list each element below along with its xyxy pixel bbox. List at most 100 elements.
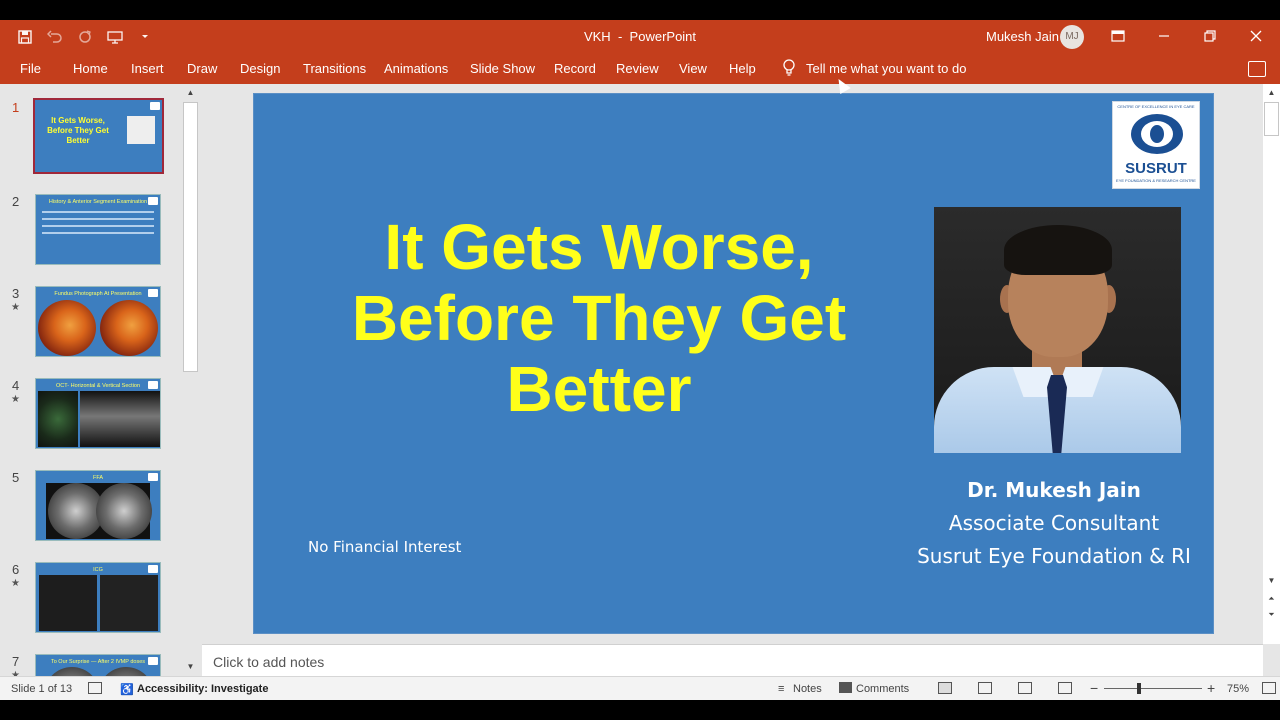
susrut-logo: CENTRE OF EXCELLENCE IN EYE CARE SUSRUT …	[1112, 101, 1200, 189]
save-icon[interactable]	[14, 26, 36, 48]
tab-slide-show[interactable]: Slide Show	[470, 61, 535, 76]
thumbnail-number: 7	[12, 654, 20, 669]
ribbon-tabs: File Home Insert Draw Design Transitions…	[0, 54, 1280, 84]
scrollbar-thumb[interactable]	[183, 102, 198, 372]
slide-thumbnail[interactable]: History & Anterior Segment Examination	[35, 194, 161, 265]
presenter-organization[interactable]: Susrut Eye Foundation & RI	[894, 544, 1214, 568]
tab-file[interactable]: File	[20, 61, 41, 76]
slide-thumbnail[interactable]: FFA	[35, 470, 161, 541]
spelling-check-icon[interactable]	[88, 682, 102, 694]
zoom-out-button[interactable]: −	[1090, 680, 1098, 696]
avatar[interactable]: MJ	[1060, 25, 1084, 49]
redo-icon[interactable]	[74, 26, 96, 48]
tab-review[interactable]: Review	[616, 61, 659, 76]
tab-view[interactable]: View	[679, 61, 707, 76]
tab-home[interactable]: Home	[73, 61, 108, 76]
normal-view-icon[interactable]	[938, 682, 952, 694]
accessibility-status[interactable]: Accessibility: Investigate	[137, 683, 268, 695]
tab-draw[interactable]: Draw	[187, 61, 217, 76]
notes-icon[interactable]: ≡	[778, 683, 784, 695]
slide-thumbnail[interactable]: It Gets Worse, Before They Get Better	[33, 98, 164, 174]
tab-record[interactable]: Record	[554, 61, 596, 76]
slide-thumbnail[interactable]: Fundus Photograph At Presentation	[35, 286, 161, 357]
presenter-name[interactable]: Dr. Mukesh Jain	[894, 478, 1214, 502]
lightbulb-icon	[783, 59, 795, 76]
disclosure-text[interactable]: No Financial Interest	[308, 538, 461, 556]
quick-access-toolbar	[14, 26, 156, 48]
scroll-up-icon[interactable]: ▲	[1263, 86, 1280, 100]
accessibility-icon[interactable]: ♿	[120, 683, 134, 696]
tab-help[interactable]: Help	[729, 61, 756, 76]
tab-animations[interactable]: Animations	[384, 61, 448, 76]
notes-button[interactable]: Notes	[793, 683, 822, 695]
logo-brand-text: SUSRUT	[1125, 160, 1187, 177]
tab-design[interactable]: Design	[240, 61, 280, 76]
scroll-up-icon[interactable]: ▲	[182, 86, 199, 100]
thumbnail-title: History & Anterior Segment Examination	[48, 199, 148, 205]
slide-thumbnail[interactable]: To Our Surprise — After 2 IVMP doses	[35, 654, 161, 676]
thumbnail-title: It Gets Worse, Before They Get Better	[47, 116, 109, 145]
tab-insert[interactable]: Insert	[131, 61, 164, 76]
undo-icon[interactable]	[44, 26, 66, 48]
animation-star-icon: ★	[11, 578, 20, 589]
thumbnail-number: 3	[12, 286, 20, 301]
notes-pane[interactable]: Click to add notes	[202, 644, 1263, 676]
presenter-role[interactable]: Associate Consultant	[894, 511, 1214, 535]
thumbnail-title: To Our Surprise — After 2 IVMP doses	[50, 659, 146, 665]
slide-canvas[interactable]: CENTRE OF EXCELLENCE IN EYE CARE SUSRUT …	[253, 93, 1214, 634]
animation-star-icon: ★	[11, 302, 20, 313]
thumbnail-item[interactable]: 2 History & Anterior Segment Examination	[0, 194, 180, 286]
thumbnail-title: FFA	[92, 475, 104, 481]
minimize-icon[interactable]	[1152, 25, 1176, 49]
thumbnail-item[interactable]: 1 It Gets Worse, Before They Get Better	[0, 98, 180, 192]
thumbnail-item[interactable]: 6 ★ ICG	[0, 562, 180, 654]
slide-thumbnail-pane: 1 It Gets Worse, Before They Get Better …	[0, 84, 201, 676]
presenter-icon[interactable]	[104, 26, 126, 48]
customize-toolbar-icon[interactable]	[134, 26, 156, 48]
thumbnail-number: 1	[12, 100, 20, 115]
slide-counter: Slide 1 of 13	[11, 683, 73, 695]
animation-star-icon: ★	[11, 394, 20, 405]
eye-logo-icon	[1131, 114, 1183, 154]
scroll-down-icon[interactable]: ▼	[1263, 574, 1280, 588]
comments-button[interactable]: Comments	[856, 683, 909, 695]
slide-show-icon[interactable]	[1058, 682, 1072, 694]
comments-status-icon[interactable]	[839, 682, 852, 693]
zoom-in-button[interactable]: +	[1207, 680, 1215, 696]
slide-title[interactable]: It Gets Worse, Before They Get Better	[314, 212, 884, 425]
close-icon[interactable]	[1244, 25, 1268, 49]
zoom-slider-handle[interactable]	[1137, 683, 1141, 694]
thumbnail-item[interactable]: 7 ★ To Our Surprise — After 2 IVMP doses	[0, 654, 180, 676]
ribbon-display-options-icon[interactable]	[1106, 25, 1130, 49]
thumbnail-title: ICG	[93, 567, 103, 573]
restore-icon[interactable]	[1198, 25, 1222, 49]
logo-arc-text: CENTRE OF EXCELLENCE IN EYE CARE	[1117, 104, 1195, 109]
thumbnail-item[interactable]: 4 ★ OCT- Horizontal & Vertical Section	[0, 378, 180, 470]
document-title: VKH - PowerPoint	[583, 29, 697, 44]
next-slide-icon[interactable]: ⏷	[1263, 608, 1280, 622]
title-bar: VKH - PowerPoint Mukesh Jain MJ	[0, 20, 1280, 54]
zoom-level[interactable]: 75%	[1227, 683, 1249, 695]
tell-me-search[interactable]: Tell me what you want to do	[782, 59, 966, 77]
logo-subtitle: EYE FOUNDATION & RESEARCH CENTRE	[1116, 178, 1196, 183]
fit-to-window-icon[interactable]	[1262, 682, 1276, 694]
thumbnail-scrollbar[interactable]: ▲ ▼	[182, 84, 199, 676]
thumbnail-number: 5	[12, 470, 20, 485]
slide-sorter-icon[interactable]	[978, 682, 992, 694]
thumbnail-item[interactable]: 5 FFA	[0, 470, 180, 562]
comments-icon[interactable]	[1248, 61, 1266, 77]
scroll-down-icon[interactable]: ▼	[182, 660, 199, 674]
tab-transitions[interactable]: Transitions	[303, 61, 366, 76]
zoom-slider[interactable]	[1104, 688, 1202, 689]
previous-slide-icon[interactable]: ⏶	[1263, 592, 1280, 606]
slide-scrollbar[interactable]: ▲ ▼ ⏶ ⏷	[1263, 84, 1280, 644]
reading-view-icon[interactable]	[1018, 682, 1032, 694]
slide-thumbnail[interactable]: OCT- Horizontal & Vertical Section	[35, 378, 161, 449]
thumbnail-item[interactable]: 3 ★ Fundus Photograph At Presentation	[0, 286, 180, 378]
user-name[interactable]: Mukesh Jain	[986, 29, 1059, 44]
slide-thumbnail[interactable]: ICG	[35, 562, 161, 633]
notes-placeholder: Click to add notes	[213, 654, 325, 670]
thumbnail-title: Fundus Photograph At Presentation	[54, 291, 142, 297]
presenter-photo[interactable]	[934, 207, 1181, 453]
scrollbar-thumb[interactable]	[1264, 102, 1279, 136]
